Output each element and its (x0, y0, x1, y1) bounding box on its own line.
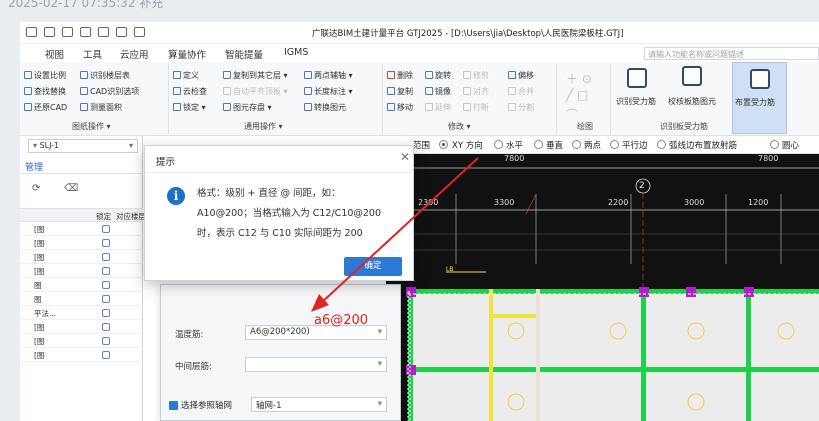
annotation-arrow (311, 157, 479, 312)
screenshot-caption: 2025-02-17 07:35:32 补充 (8, 0, 164, 10)
annotation-text: a6@200 (314, 313, 369, 328)
app-window: 广联达BIM土建计量平台 GTJ2025 - [D:\Users\jia\Des… (20, 22, 819, 421)
